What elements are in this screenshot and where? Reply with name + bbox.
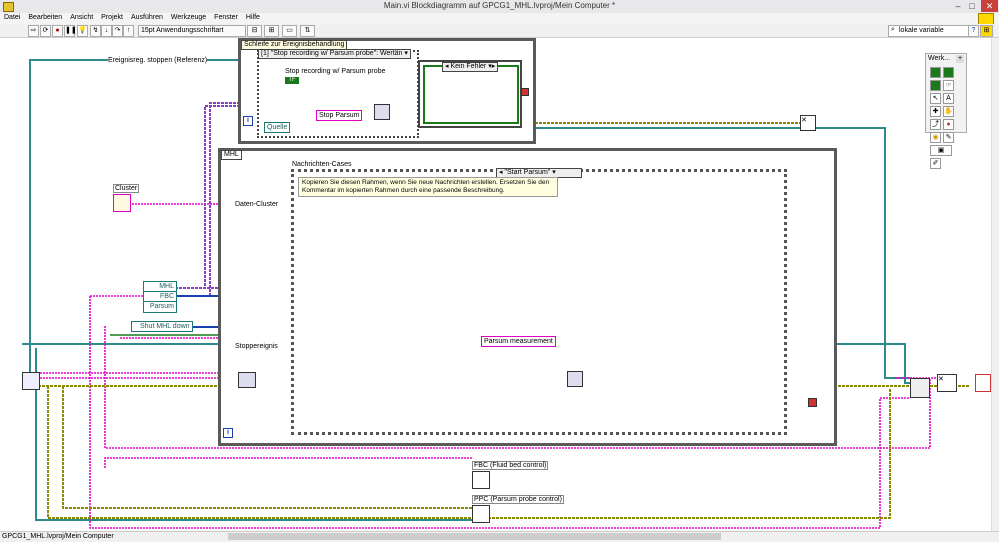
enum-item-fbc[interactable]: FBC (144, 292, 176, 302)
release-queue-icon[interactable]: ✕ (937, 374, 957, 392)
menu-bar: Datei Bearbeiten Ansicht Projekt Ausführen We… (0, 13, 999, 25)
context-help-icon[interactable]: ⊞ (980, 25, 993, 37)
destroy-event-icon[interactable]: ✕ (800, 115, 816, 131)
search-input[interactable]: lokale variable (888, 25, 976, 37)
shortcut-tool-icon[interactable]: ⤴ (930, 119, 941, 130)
horizontal-scrollbar[interactable]: GPCG1_MHL.lvproj/Mein Computer (0, 531, 999, 542)
stoppereignis-label: Stoppereignis (235, 343, 278, 350)
bool-constant[interactable]: TF (285, 77, 299, 84)
auto-tool-icon[interactable] (930, 67, 941, 78)
menu-datei[interactable]: Datei (0, 13, 24, 21)
enum-item-mhl[interactable]: MHL (144, 282, 176, 292)
cluster-terminal-icon[interactable] (113, 194, 131, 212)
breakpoint-tool-icon[interactable]: ● (943, 119, 954, 130)
case-stop-icon (808, 398, 817, 407)
distribute-icon[interactable]: ⊞ (264, 25, 279, 37)
init-vi-icon[interactable] (22, 372, 40, 390)
brush-tool-icon[interactable]: ✐ (930, 158, 941, 169)
run-continuous-icon[interactable]: ⟳ (40, 25, 51, 37)
wire-tool-icon[interactable]: ✚ (930, 106, 941, 117)
quelle-terminal[interactable]: Quelle (264, 122, 291, 133)
messages-label: Nachrichten-Cases (292, 161, 352, 168)
parsum-measurement-constant[interactable]: Parsum measurement (481, 336, 556, 347)
maximize-button[interactable]: □ (966, 0, 978, 12)
menu-fenster[interactable]: Fenster (210, 13, 242, 21)
window-title: Main.vi Blockdiagramm auf GPCG1_MHL.lvpr… (383, 1, 616, 10)
get-color-tool-icon[interactable]: ✎ (943, 132, 954, 143)
text-tool-icon[interactable]: A (943, 93, 954, 104)
enqueue-parsum-icon[interactable] (567, 371, 583, 387)
probe-tool-icon[interactable]: ◉ (930, 132, 941, 143)
highlight-icon[interactable]: 💡 (77, 25, 88, 37)
step-into-icon[interactable]: ↓ (101, 25, 112, 37)
title-bar: Main.vi Blockdiagramm auf GPCG1_MHL.lvpr… (0, 0, 999, 14)
color-tool-icon[interactable]: ▣ (930, 145, 952, 156)
ppc-vi-label: PPC (Parsum probe control) (472, 495, 564, 504)
enum-queue-list[interactable]: MHL FBC Parsum (143, 281, 177, 313)
retain-wire-icon[interactable]: ↯ (90, 25, 101, 37)
loop-iteration-icon: i (243, 116, 253, 126)
ppc-vi-icon[interactable] (472, 505, 490, 523)
auto-tool-indicator-icon[interactable] (943, 67, 954, 78)
align-icon[interactable]: ⊟ (247, 25, 262, 37)
help-icon[interactable]: ? (968, 25, 979, 37)
menu-ausfuehren[interactable]: Ausführen (127, 13, 167, 21)
stop-parsum-constant[interactable]: Stop Parsum (316, 110, 363, 121)
error-case-selector[interactable]: ◂ Kein Fehler ▾▸ (442, 62, 499, 72)
event-case-selector[interactable]: [1] "Stop recording w/ Parsum probe": We… (258, 49, 411, 59)
daten-cluster-label: Daten-Cluster (235, 201, 279, 208)
minimize-button[interactable]: – (952, 0, 964, 12)
menu-ansicht[interactable]: Ansicht (66, 13, 97, 21)
status-bar-text: GPCG1_MHL.lvproj/Mein Computer (2, 533, 114, 540)
step-over-icon[interactable]: ↷ (112, 25, 123, 37)
merge-errors-icon[interactable] (910, 378, 930, 398)
menu-hilfe[interactable]: Hilfe (242, 13, 264, 21)
main-loop-title: MHL (221, 150, 242, 160)
cluster-label: Cluster (113, 184, 140, 193)
error-handler-icon[interactable] (975, 374, 991, 392)
run-arrow-icon[interactable]: ⇨ (28, 25, 39, 37)
palette-close-icon[interactable]: + (956, 55, 964, 63)
position-tool-icon[interactable]: ↖ (930, 93, 941, 104)
auto-tool-led-icon[interactable] (930, 80, 941, 91)
menu-bearbeiten[interactable]: Bearbeiten (24, 13, 66, 21)
operate-tool-icon[interactable]: ☞ (943, 80, 954, 91)
fbc-vi-label: FBC (Fluid bed control) (472, 461, 549, 470)
menu-werkzeuge[interactable]: Werkzeuge (167, 13, 210, 21)
stop-recording-label: Stop recording w/ Parsum probe (285, 68, 386, 75)
shut-down-constant[interactable]: Shut MHL down (131, 321, 193, 332)
reorder-icon[interactable]: ⇅ (300, 25, 315, 37)
case-comment: Kopieren Sie diesen Rahmen, wenn Sie neu… (298, 177, 558, 197)
scroll-tool-icon[interactable]: ✋ (943, 106, 954, 117)
abort-icon[interactable]: ● (52, 25, 63, 37)
search-icon: ⌕ (891, 26, 895, 33)
error-case-inner (423, 65, 519, 124)
main-loop-iteration-icon: i (223, 428, 233, 438)
resize-icon[interactable]: ▭ (282, 25, 297, 37)
menu-projekt[interactable]: Projekt (97, 13, 127, 21)
error-stop-icon (521, 88, 529, 96)
step-out-icon[interactable]: ↑ (123, 25, 134, 37)
ereignis-stop-label: Ereignisreg. stoppen (Referenz) (108, 57, 208, 64)
tools-palette[interactable]: Werk... + ☞ ↖ A ✚ ✋ ⤴ ● ◉ ✎ ▣ ✐ (925, 53, 967, 169)
horizontal-scroll-thumb[interactable] (228, 533, 721, 540)
vertical-scrollbar[interactable] (991, 38, 999, 531)
fbc-vi-icon[interactable] (472, 471, 490, 489)
toolbar: ⇨ ⟳ ● ❚❚ 💡 ↯ ↓ ↷ ↑ 15pt Anwendungsschrif… (0, 24, 999, 38)
pause-icon[interactable]: ❚❚ (64, 25, 77, 37)
enqueue-message-icon[interactable] (374, 104, 390, 120)
block-diagram-canvas[interactable]: Schleife zur Ereignisbehandlung [1] "Sto… (0, 38, 992, 531)
font-select[interactable]: 15pt Anwendungsschriftart (138, 25, 246, 37)
dequeue-message-icon[interactable] (238, 372, 256, 388)
enum-item-parsum[interactable]: Parsum (144, 302, 176, 311)
close-button[interactable]: ✕ (981, 0, 998, 12)
message-case-structure[interactable] (291, 169, 787, 435)
